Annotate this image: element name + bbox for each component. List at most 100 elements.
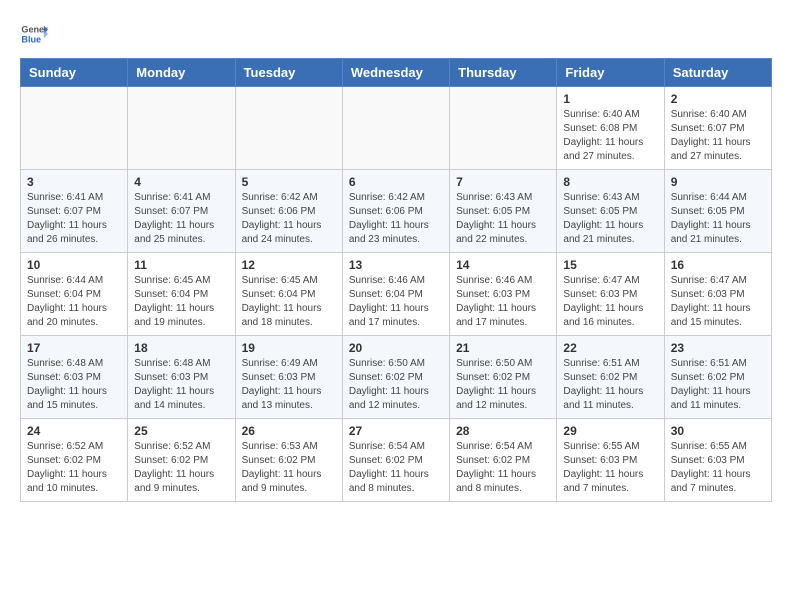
calendar-cell: 5 Sunrise: 6:42 AM Sunset: 6:06 PM Daylig… [235, 170, 342, 253]
day-number: 20 [349, 341, 443, 355]
day-info: Sunrise: 6:41 AM Sunset: 6:07 PM Dayligh… [134, 191, 228, 247]
page-header: General Blue [20, 20, 772, 48]
day-number: 25 [134, 424, 228, 438]
day-header-friday: Friday [557, 59, 664, 87]
calendar-cell [450, 87, 557, 170]
day-number: 3 [27, 175, 121, 189]
day-info: Sunrise: 6:43 AM Sunset: 6:05 PM Dayligh… [456, 191, 550, 247]
calendar-week-row: 10Sunrise: 6:44 AM Sunset: 6:04 PM Dayli… [21, 253, 772, 336]
day-header-saturday: Saturday [664, 59, 771, 87]
calendar-cell: 18Sunrise: 6:48 AM Sunset: 6:03 PM Dayli… [128, 336, 235, 419]
day-header-thursday: Thursday [450, 59, 557, 87]
calendar-cell: 10Sunrise: 6:44 AM Sunset: 6:04 PM Dayli… [21, 253, 128, 336]
day-info: Sunrise: 6:41 AM Sunset: 6:07 PM Dayligh… [27, 191, 121, 247]
day-info: Sunrise: 6:45 AM Sunset: 6:04 PM Dayligh… [242, 274, 336, 330]
day-info: Sunrise: 6:45 AM Sunset: 6:04 PM Dayligh… [134, 274, 228, 330]
day-number: 21 [456, 341, 550, 355]
day-number: 4 [134, 175, 228, 189]
day-number: 29 [563, 424, 657, 438]
day-info: Sunrise: 6:52 AM Sunset: 6:02 PM Dayligh… [134, 440, 228, 496]
calendar-table: SundayMondayTuesdayWednesdayThursdayFrid… [20, 58, 772, 502]
calendar-cell: 23 Sunrise: 6:51 AM Sunset: 6:02 PM Dayli… [664, 336, 771, 419]
day-header-sunday: Sunday [21, 59, 128, 87]
day-number: 8 [563, 175, 657, 189]
day-info: Sunrise: 6:50 AM Sunset: 6:02 PM Dayligh… [349, 357, 443, 413]
day-info: Sunrise: 6:44 AM Sunset: 6:04 PM Dayligh… [27, 274, 121, 330]
day-header-monday: Monday [128, 59, 235, 87]
day-number: 9 [671, 175, 765, 189]
day-info: Sunrise: 6:54 AM Sunset: 6:02 PM Dayligh… [456, 440, 550, 496]
calendar-cell: 12 Sunrise: 6:45 AM Sunset: 6:04 PM Dayli… [235, 253, 342, 336]
day-info: Sunrise: 6:48 AM Sunset: 6:03 PM Dayligh… [134, 357, 228, 413]
day-info: Sunrise: 6:55 AM Sunset: 6:03 PM Dayligh… [563, 440, 657, 496]
calendar-cell: 20 Sunrise: 6:50 AM Sunset: 6:02 PM Dayli… [342, 336, 449, 419]
day-info: Sunrise: 6:43 AM Sunset: 6:05 PM Dayligh… [563, 191, 657, 247]
calendar-cell: 28 Sunrise: 6:54 AM Sunset: 6:02 PM Dayli… [450, 419, 557, 502]
day-info: Sunrise: 6:54 AM Sunset: 6:02 PM Dayligh… [349, 440, 443, 496]
calendar-cell: 1Sunrise: 6:40 AM Sunset: 6:08 PM Daylig… [557, 87, 664, 170]
day-header-wednesday: Wednesday [342, 59, 449, 87]
calendar-cell: 13Sunrise: 6:46 AM Sunset: 6:04 PM Dayli… [342, 253, 449, 336]
calendar-cell [235, 87, 342, 170]
day-info: Sunrise: 6:47 AM Sunset: 6:03 PM Dayligh… [671, 274, 765, 330]
day-number: 13 [349, 258, 443, 272]
calendar-cell: 9 Sunrise: 6:44 AM Sunset: 6:05 PM Daylig… [664, 170, 771, 253]
day-number: 7 [456, 175, 550, 189]
calendar-cell: 21 Sunrise: 6:50 AM Sunset: 6:02 PM Dayli… [450, 336, 557, 419]
day-number: 17 [27, 341, 121, 355]
day-info: Sunrise: 6:40 AM Sunset: 6:08 PM Dayligh… [563, 108, 657, 164]
day-info: Sunrise: 6:42 AM Sunset: 6:06 PM Dayligh… [349, 191, 443, 247]
day-number: 22 [563, 341, 657, 355]
day-info: Sunrise: 6:46 AM Sunset: 6:03 PM Dayligh… [456, 274, 550, 330]
day-number: 14 [456, 258, 550, 272]
calendar-cell: 26Sunrise: 6:53 AM Sunset: 6:02 PM Dayli… [235, 419, 342, 502]
calendar-cell: 4 Sunrise: 6:41 AM Sunset: 6:07 PM Daylig… [128, 170, 235, 253]
calendar-cell: 3 Sunrise: 6:41 AM Sunset: 6:07 PM Daylig… [21, 170, 128, 253]
calendar-cell: 19 Sunrise: 6:49 AM Sunset: 6:03 PM Dayli… [235, 336, 342, 419]
calendar-cell: 22 Sunrise: 6:51 AM Sunset: 6:02 PM Dayli… [557, 336, 664, 419]
day-header-tuesday: Tuesday [235, 59, 342, 87]
day-number: 30 [671, 424, 765, 438]
calendar-cell [342, 87, 449, 170]
day-info: Sunrise: 6:44 AM Sunset: 6:05 PM Dayligh… [671, 191, 765, 247]
calendar-cell: 24 Sunrise: 6:52 AM Sunset: 6:02 PM Dayli… [21, 419, 128, 502]
calendar-cell: 27Sunrise: 6:54 AM Sunset: 6:02 PM Dayli… [342, 419, 449, 502]
day-number: 19 [242, 341, 336, 355]
calendar-header-row: SundayMondayTuesdayWednesdayThursdayFrid… [21, 59, 772, 87]
day-info: Sunrise: 6:55 AM Sunset: 6:03 PM Dayligh… [671, 440, 765, 496]
day-number: 11 [134, 258, 228, 272]
calendar-cell: 2 Sunrise: 6:40 AM Sunset: 6:07 PM Daylig… [664, 87, 771, 170]
calendar-cell: 7 Sunrise: 6:43 AM Sunset: 6:05 PM Daylig… [450, 170, 557, 253]
calendar-cell: 14 Sunrise: 6:46 AM Sunset: 6:03 PM Dayli… [450, 253, 557, 336]
calendar-cell: 17 Sunrise: 6:48 AM Sunset: 6:03 PM Dayli… [21, 336, 128, 419]
day-info: Sunrise: 6:40 AM Sunset: 6:07 PM Dayligh… [671, 108, 765, 164]
calendar-cell: 11 Sunrise: 6:45 AM Sunset: 6:04 PM Dayli… [128, 253, 235, 336]
day-info: Sunrise: 6:49 AM Sunset: 6:03 PM Dayligh… [242, 357, 336, 413]
day-info: Sunrise: 6:42 AM Sunset: 6:06 PM Dayligh… [242, 191, 336, 247]
day-info: Sunrise: 6:52 AM Sunset: 6:02 PM Dayligh… [27, 440, 121, 496]
calendar-cell [21, 87, 128, 170]
logo: General Blue [20, 20, 48, 48]
calendar-cell: 29 Sunrise: 6:55 AM Sunset: 6:03 PM Dayli… [557, 419, 664, 502]
day-number: 24 [27, 424, 121, 438]
day-number: 2 [671, 92, 765, 106]
day-number: 23 [671, 341, 765, 355]
calendar-cell: 16 Sunrise: 6:47 AM Sunset: 6:03 PM Dayli… [664, 253, 771, 336]
day-number: 15 [563, 258, 657, 272]
day-info: Sunrise: 6:50 AM Sunset: 6:02 PM Dayligh… [456, 357, 550, 413]
day-info: Sunrise: 6:48 AM Sunset: 6:03 PM Dayligh… [27, 357, 121, 413]
day-number: 5 [242, 175, 336, 189]
calendar-week-row: 17 Sunrise: 6:48 AM Sunset: 6:03 PM Dayli… [21, 336, 772, 419]
calendar-cell: 25 Sunrise: 6:52 AM Sunset: 6:02 PM Dayli… [128, 419, 235, 502]
day-info: Sunrise: 6:51 AM Sunset: 6:02 PM Dayligh… [671, 357, 765, 413]
day-info: Sunrise: 6:51 AM Sunset: 6:02 PM Dayligh… [563, 357, 657, 413]
calendar-week-row: 24 Sunrise: 6:52 AM Sunset: 6:02 PM Dayli… [21, 419, 772, 502]
day-number: 6 [349, 175, 443, 189]
day-number: 28 [456, 424, 550, 438]
calendar-cell: 30 Sunrise: 6:55 AM Sunset: 6:03 PM Dayli… [664, 419, 771, 502]
calendar-week-row: 3 Sunrise: 6:41 AM Sunset: 6:07 PM Daylig… [21, 170, 772, 253]
day-number: 12 [242, 258, 336, 272]
logo-icon: General Blue [20, 20, 48, 48]
calendar-cell: 15Sunrise: 6:47 AM Sunset: 6:03 PM Dayli… [557, 253, 664, 336]
day-number: 16 [671, 258, 765, 272]
